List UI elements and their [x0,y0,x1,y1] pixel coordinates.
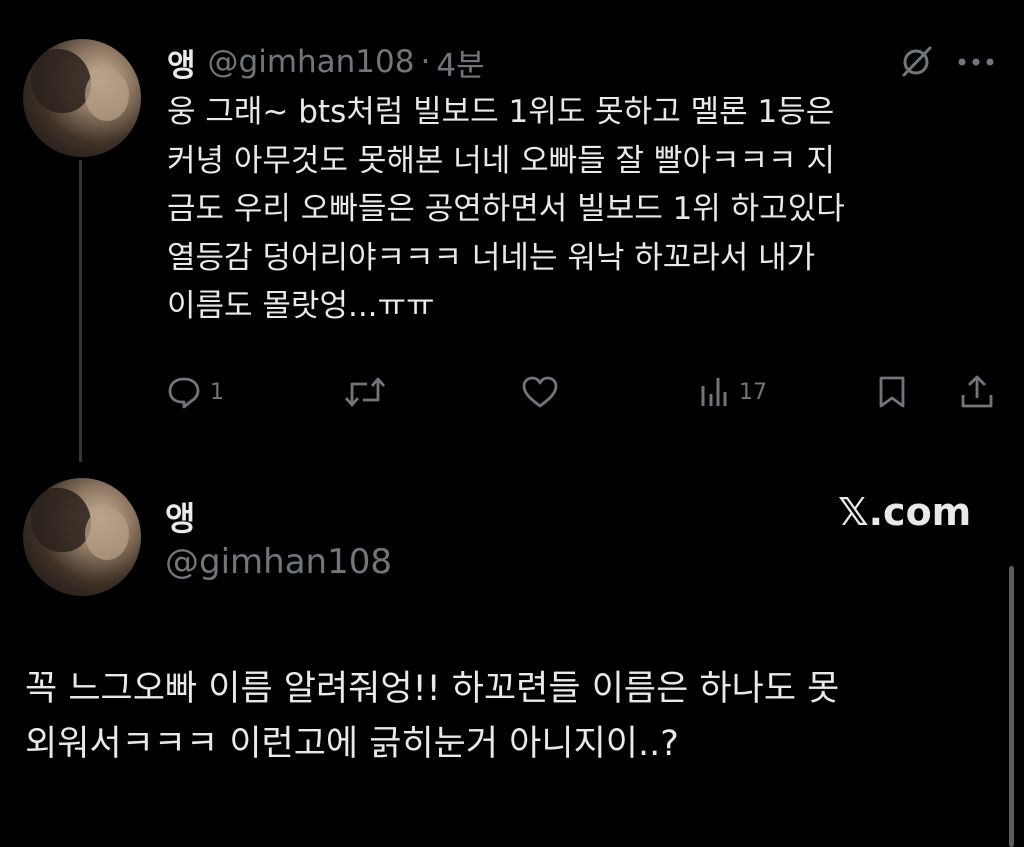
timestamp[interactable]: 4분 [436,40,484,85]
retweet-button[interactable] [343,372,395,412]
avatar[interactable] [23,478,141,596]
share-button[interactable] [957,372,997,412]
views-count: 17 [739,379,767,405]
heart-icon [522,376,558,408]
scrollbar[interactable] [1009,566,1014,847]
user-handle[interactable]: @gimhan108 [165,542,392,582]
bookmark-icon [879,376,905,408]
share-icon [961,375,993,408]
more-icon[interactable] [956,56,996,68]
reply-button[interactable]: 1 [166,372,224,412]
retweet-icon [344,377,386,407]
views-icon [701,378,727,406]
separator-dot: · [420,44,431,80]
tweet-text: 웅 그래~ bts처럼 빌보드 1위도 못하고 멜론 1등은 커녕 아무것도 못… [167,94,845,324]
display-name[interactable]: 앵 [167,40,196,85]
x-com-logo: 𝕏.com [838,490,972,534]
views-button[interactable]: 17 [697,372,767,412]
display-name[interactable]: 앵 [165,492,195,540]
like-button[interactable] [520,372,568,412]
grok-icon[interactable] [898,43,934,79]
reply-icon [168,377,200,409]
user-handle[interactable]: @gimhan108 [208,44,415,80]
avatar[interactable] [23,39,141,157]
tweet-text: 꼭 느그오빠 이름 알려줘엉!! 하꼬련들 이름은 하나도 못 외워서ㅋㅋㅋ 이… [25,669,840,764]
thread-connector-line [79,160,82,462]
tweet-header: 앵 @gimhan108 · 4분 [167,40,485,85]
bookmark-button[interactable] [874,372,910,412]
reply-count: 1 [210,379,224,405]
